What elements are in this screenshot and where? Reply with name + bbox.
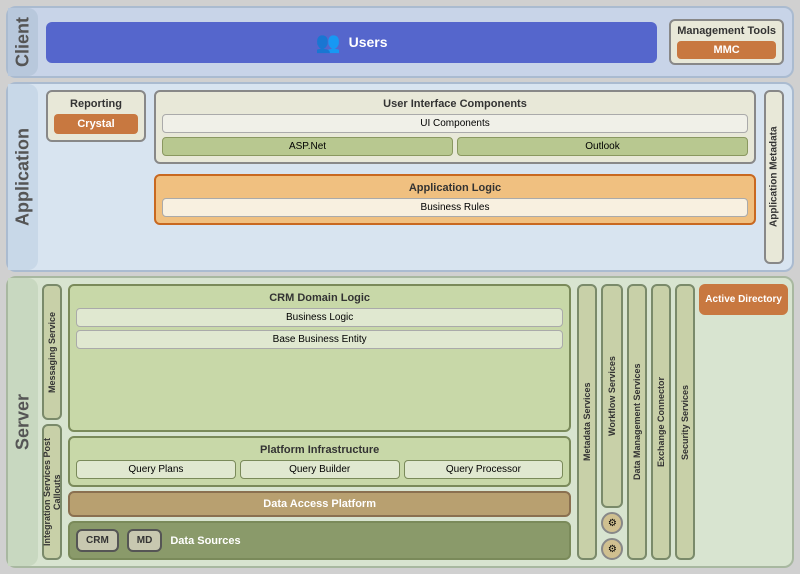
metadata-services: Metadata Services (577, 284, 597, 560)
workflow-icon-1: ⚙ (601, 512, 623, 534)
security-services: Security Services (675, 284, 695, 560)
active-directory-col: Active Directory (699, 284, 788, 560)
query-processor-chip: Query Processor (404, 460, 564, 479)
platform-row: Query Plans Query Builder Query Processo… (76, 460, 563, 479)
workflow-icon-2: ⚙ (601, 538, 623, 560)
users-icon: 👥 (316, 30, 341, 55)
main-container: Client 👥 Users Management Tools MMC Appl… (0, 0, 800, 574)
reporting-title: Reporting (54, 98, 138, 110)
left-services: Messaging Service Integration Services P… (42, 284, 62, 560)
server-center-content: CRM Domain Logic Business Logic Base Bus… (68, 284, 571, 560)
active-directory-box: Active Directory (699, 284, 788, 315)
management-tools-box: Management Tools MMC (669, 19, 784, 65)
app-middle: User Interface Components UI Components … (154, 90, 756, 225)
app-logic-title: Application Logic (162, 182, 748, 194)
mgmt-title: Management Tools (677, 25, 776, 37)
data-sources-label: Data Sources (170, 535, 240, 547)
workflow-col: Workflow Services ⚙ ⚙ (601, 284, 623, 560)
crm-domain-box: CRM Domain Logic Business Logic Base Bus… (68, 284, 571, 432)
data-sources-box: CRM MD Data Sources (68, 521, 571, 560)
query-builder-chip: Query Builder (240, 460, 400, 479)
server-label: Server (8, 278, 38, 566)
platform-title: Platform Infrastructure (76, 444, 563, 456)
app-logic-box: Application Logic Business Rules (154, 174, 756, 225)
ui-components-inner: UI Components (162, 114, 748, 133)
server-band: Server Messaging Service Integration Ser… (6, 276, 794, 568)
application-label: Application (8, 84, 38, 270)
app-metadata-label: Application Metadata (764, 90, 784, 264)
crm-chip: CRM (76, 529, 119, 552)
client-content: 👥 Users Management Tools MMC (38, 8, 792, 76)
users-box: 👥 Users (46, 22, 657, 63)
ui-components-title: User Interface Components (162, 98, 748, 110)
ui-components-box: User Interface Components UI Components … (154, 90, 756, 164)
mmc-box: MMC (677, 41, 776, 59)
exchange-connector: Exchange Connector (651, 284, 671, 560)
business-logic-box: Business Logic (76, 308, 563, 327)
md-chip: MD (127, 529, 163, 552)
outlook-chip: Outlook (457, 137, 748, 156)
asp-net-chip: ASP.Net (162, 137, 453, 156)
users-label: Users (349, 34, 388, 50)
server-content: Messaging Service Integration Services P… (38, 278, 792, 566)
platform-box: Platform Infrastructure Query Plans Quer… (68, 436, 571, 487)
integration-service: Integration Services Post Callouts (42, 424, 62, 560)
client-label: Client (8, 8, 38, 76)
app-left: Reporting Crystal (46, 90, 146, 142)
workflow-services: Workflow Services (601, 284, 623, 508)
data-access-box: Data Access Platform (68, 491, 571, 517)
messaging-service: Messaging Service (42, 284, 62, 420)
reporting-box: Reporting Crystal (46, 90, 146, 142)
query-plans-chip: Query Plans (76, 460, 236, 479)
right-services: Metadata Services Workflow Services ⚙ ⚙ … (577, 284, 788, 560)
client-band: Client 👥 Users Management Tools MMC (6, 6, 794, 78)
business-rules-box: Business Rules (162, 198, 748, 217)
data-management-services: Data Management Services (627, 284, 647, 560)
crm-domain-title: CRM Domain Logic (76, 292, 563, 304)
application-content: Reporting Crystal User Interface Compone… (38, 84, 792, 270)
application-band: Application Reporting Crystal User Inter… (6, 82, 794, 272)
crystal-box: Crystal (54, 114, 138, 134)
base-business-box: Base Business Entity (76, 330, 563, 349)
ui-row: ASP.Net Outlook (162, 137, 748, 156)
